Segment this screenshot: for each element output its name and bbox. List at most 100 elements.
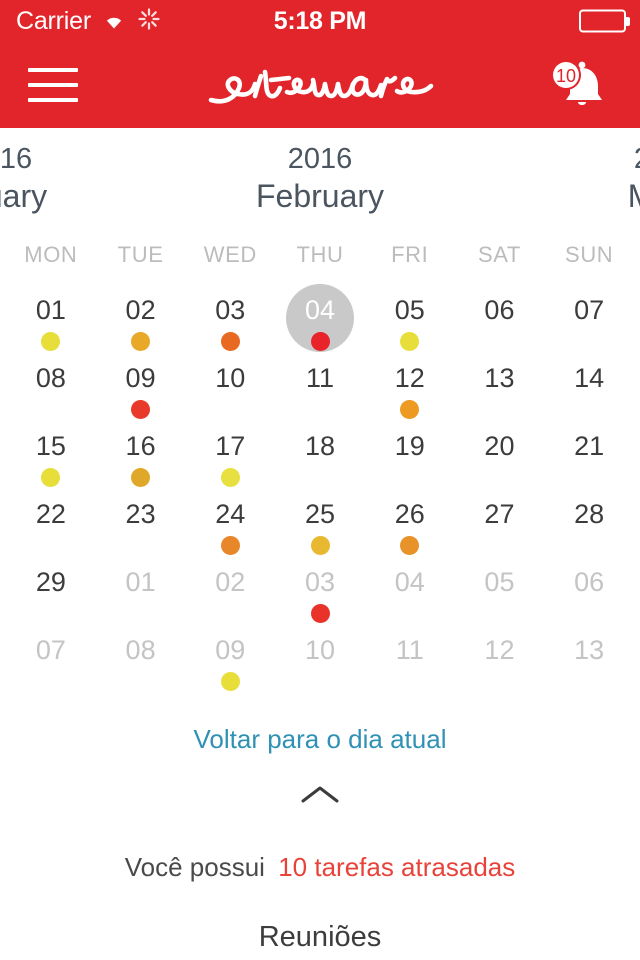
calendar-day-number: 01 xyxy=(35,295,66,325)
calendar-day-number: 17 xyxy=(215,431,246,461)
notifications-button[interactable]: 10 xyxy=(548,56,610,114)
calendar-day-cell[interactable]: 28 xyxy=(544,498,634,566)
calendar-day-number: 05 xyxy=(484,567,515,597)
day-status-dot xyxy=(41,332,61,351)
calendar-day-number: 26 xyxy=(394,499,425,529)
calendar-day-cell[interactable]: 21 xyxy=(544,430,634,498)
calendar-day-number: 28 xyxy=(574,499,605,529)
calendar-week-row: 01 02 03 04 05 06 07 xyxy=(6,284,634,362)
calendar-week-row: 22 23 24 25 26 27 28 xyxy=(6,498,634,566)
calendar-day-cell[interactable]: 05 xyxy=(455,566,545,634)
calendar-week-row: 07 08 09 10 11 12 13 xyxy=(6,634,634,702)
calendar-day-number: 27 xyxy=(484,499,515,529)
app-screen: Carrier 5:18 PM 10 16 ary 2016 February … xyxy=(0,0,640,960)
calendar-day-number: 09 xyxy=(125,363,156,393)
calendar-day-number: 10 xyxy=(215,363,246,393)
calendar-day-number: 18 xyxy=(304,431,336,461)
calendar-day-cell[interactable]: 04 xyxy=(365,566,455,634)
calendar-day-number: 04 xyxy=(394,567,425,597)
calendar-day-cell[interactable]: 24 xyxy=(185,498,275,566)
calendar-day-cell[interactable]: 12 xyxy=(365,362,455,430)
calendar-day-cell[interactable]: 10 xyxy=(185,362,275,430)
calendar-day-cell[interactable]: 29 xyxy=(6,566,96,634)
calendar-day-cell[interactable]: 01 xyxy=(6,294,96,362)
calendar-day-number: 11 xyxy=(306,363,335,393)
weekday-label-mon: MON xyxy=(24,242,78,267)
calendar-day-cell[interactable]: 09 xyxy=(96,362,186,430)
overdue-tasks-summary[interactable]: Você possui 10 tarefas atrasadas xyxy=(0,852,640,883)
status-bar-time: 5:18 PM xyxy=(273,6,367,35)
day-status-dot xyxy=(220,672,240,691)
back-to-today-link[interactable]: Voltar para o dia atual xyxy=(0,724,640,755)
status-bar-right xyxy=(579,9,626,33)
calendar-day-cell[interactable]: 18 xyxy=(275,430,365,498)
calendar-day-cell[interactable]: 11 xyxy=(275,362,365,430)
calendar-day-cell[interactable]: 15 xyxy=(6,430,96,498)
calendar-day-number: 29 xyxy=(35,567,66,597)
weekday-header: MON TUE WED THU FRI SAT SUN xyxy=(0,242,640,268)
calendar-grid[interactable]: 01 02 03 04 05 06 07 08 09 10 11 12 13 14 15 16 17 18 19 20… xyxy=(0,284,640,702)
month-current-year: 2016 xyxy=(287,143,353,175)
calendar-day-number: 23 xyxy=(125,499,156,529)
overdue-tasks-count[interactable]: 10 tarefas atrasadas xyxy=(278,852,515,882)
calendar-day-number: 07 xyxy=(574,295,605,325)
calendar-day-cell[interactable]: 14 xyxy=(544,362,634,430)
calendar-day-number: 08 xyxy=(35,363,66,393)
day-status-dot xyxy=(400,536,420,555)
calendar-day-cell[interactable]: 07 xyxy=(544,294,634,362)
day-status-dot xyxy=(400,332,420,351)
calendar-day-number: 19 xyxy=(394,431,425,461)
calendar-day-cell[interactable]: 02 xyxy=(185,566,275,634)
calendar-day-cell[interactable]: 23 xyxy=(96,498,186,566)
brand-logo xyxy=(0,54,640,116)
calendar-day-number: 03 xyxy=(304,567,336,597)
day-status-dot xyxy=(310,604,330,623)
calendar-day-cell[interactable]: 12 xyxy=(455,634,545,702)
calendar-day-cell[interactable]: 16 xyxy=(96,430,186,498)
calendar-day-cell[interactable]: 22 xyxy=(6,498,96,566)
day-status-dot xyxy=(131,332,151,351)
calendar-day-number: 25 xyxy=(304,499,336,529)
calendar-day-cell[interactable]: 26 xyxy=(365,498,455,566)
day-status-dot xyxy=(220,536,240,555)
calendar-day-cell[interactable]: 08 xyxy=(96,634,186,702)
calendar-day-cell[interactable]: 25 xyxy=(275,498,365,566)
calendar-day-cell[interactable]: 02 xyxy=(96,294,186,362)
overdue-tasks-prefix: Você possui xyxy=(124,852,265,882)
day-status-dot xyxy=(131,400,151,419)
calendar-day-cell[interactable]: 11 xyxy=(365,634,455,702)
calendar-day-number: 05 xyxy=(394,295,425,325)
calendar-day-cell[interactable]: 20 xyxy=(455,430,545,498)
calendar-day-number: 07 xyxy=(35,635,66,665)
month-header-strip[interactable]: 16 uary 2016 February 20 Ma xyxy=(0,128,640,240)
calendar-day-cell[interactable]: 10 xyxy=(275,634,365,702)
calendar-day-cell[interactable]: 13 xyxy=(544,634,634,702)
calendar-day-cell[interactable]: 17 xyxy=(185,430,275,498)
weekday-label-wed: WED xyxy=(203,242,257,267)
calendar-day-cell[interactable]: 04 xyxy=(275,284,365,362)
calendar-day-cell[interactable]: 06 xyxy=(455,294,545,362)
calendar-day-cell[interactable]: 03 xyxy=(185,294,275,362)
calendar-day-number: 12 xyxy=(394,363,425,393)
month-current: 2016 February xyxy=(0,142,640,216)
day-status-dot xyxy=(310,332,330,351)
calendar-day-cell[interactable]: 13 xyxy=(455,362,545,430)
calendar-day-cell[interactable]: 09 xyxy=(185,634,275,702)
calendar-day-cell[interactable]: 06 xyxy=(544,566,634,634)
chevron-up-icon xyxy=(299,786,341,811)
calendar-day-cell[interactable]: 19 xyxy=(365,430,455,498)
battery-full-icon xyxy=(579,9,626,33)
calendar-day-cell[interactable]: 03 xyxy=(275,566,365,634)
weekday-label-tue: TUE xyxy=(117,242,164,267)
calendar-day-cell[interactable]: 27 xyxy=(455,498,545,566)
calendar-day-number: 08 xyxy=(125,635,156,665)
calendar-day-cell[interactable]: 07 xyxy=(6,634,96,702)
calendar-day-cell[interactable]: 05 xyxy=(365,294,455,362)
collapse-calendar-button[interactable] xyxy=(0,783,640,812)
day-status-dot xyxy=(220,332,240,351)
calendar-day-cell[interactable]: 01 xyxy=(96,566,186,634)
month-next[interactable]: 20 Ma xyxy=(570,142,640,216)
calendar-day-cell[interactable]: 08 xyxy=(6,362,96,430)
calendar-day-number: 20 xyxy=(484,431,515,461)
calendar-day-number: 16 xyxy=(125,431,156,461)
